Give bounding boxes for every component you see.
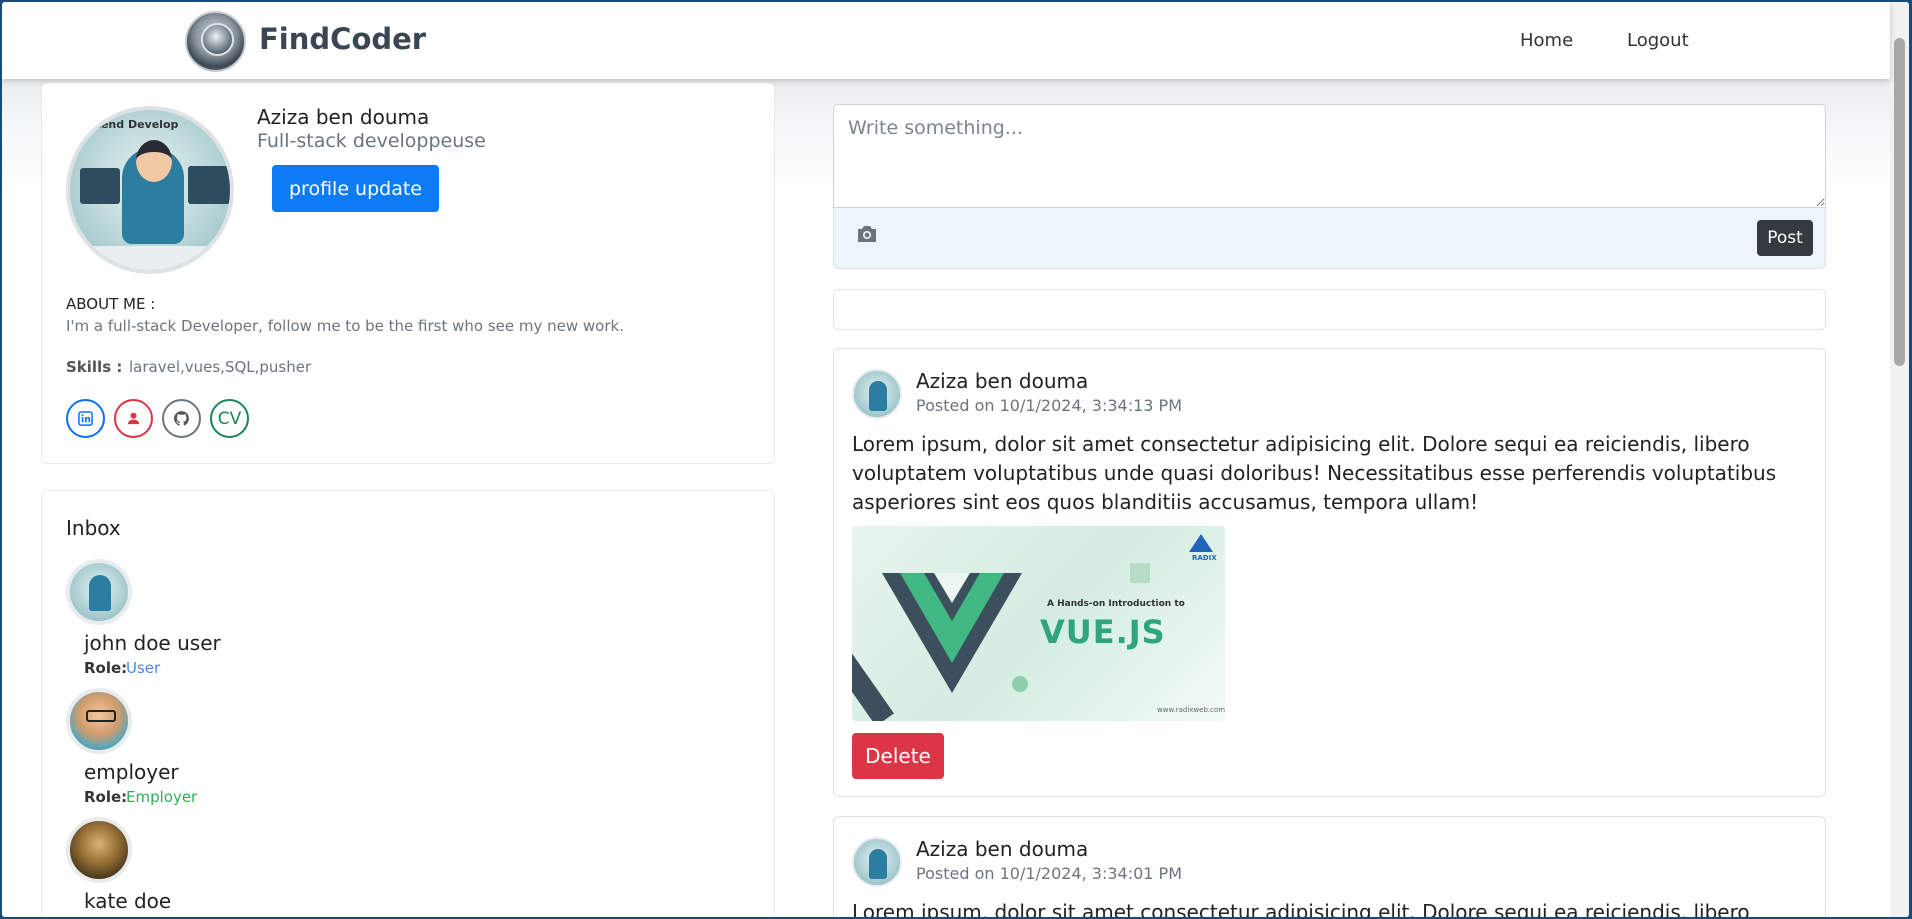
inbox-role-label: Role: bbox=[84, 788, 128, 806]
profile-card: ackend Develop Aziza ben douma Full-stac… bbox=[41, 82, 775, 464]
top-navbar: FindCoder Home Logout bbox=[2, 2, 1890, 79]
image-badge-label: RADIX bbox=[1192, 554, 1217, 562]
inbox-avatar bbox=[66, 817, 132, 883]
inbox-title: Inbox bbox=[66, 516, 121, 540]
post-image: RADIX A Hands-on Introduction to VUE.JS … bbox=[852, 526, 1225, 721]
profile-title: Full-stack developpeuse bbox=[257, 130, 486, 152]
browser-viewport: FindCoder Home Logout ackend Develop Azi… bbox=[2, 2, 1909, 917]
post-date: Posted on 10/1/2024, 3:34:13 PM bbox=[916, 396, 1183, 415]
image-dot bbox=[1012, 676, 1028, 692]
image-url: www.radixweb.com bbox=[1157, 706, 1225, 714]
radix-logo-icon bbox=[1189, 534, 1213, 552]
inbox-avatar bbox=[66, 688, 132, 754]
about-me-text: I'm a full-stack Developer, follow me to… bbox=[66, 317, 624, 335]
avatar-head bbox=[136, 140, 172, 182]
post-author-avatar bbox=[852, 837, 902, 887]
linkedin-button[interactable] bbox=[66, 399, 105, 438]
github-button[interactable] bbox=[162, 399, 201, 438]
skills-value: laravel,vues,SQL,pusher bbox=[129, 358, 312, 376]
nav-logout-link[interactable]: Logout bbox=[1627, 30, 1689, 51]
profile-link-button[interactable] bbox=[114, 399, 153, 438]
about-me-label: ABOUT ME : bbox=[66, 295, 156, 313]
linkedin-icon bbox=[78, 411, 93, 426]
post-body: Lorem ipsum, dolor sit amet consectetur … bbox=[852, 900, 1750, 917]
camera-icon[interactable] bbox=[856, 224, 878, 244]
nav-home-link[interactable]: Home bbox=[1520, 30, 1573, 51]
github-icon bbox=[174, 411, 189, 426]
inbox-name: kate doe bbox=[84, 889, 172, 913]
inbox-role-value: Employer bbox=[126, 788, 198, 806]
composer-toolbar: Post bbox=[833, 208, 1826, 269]
avatar-desk bbox=[70, 246, 230, 270]
post-textarea[interactable] bbox=[833, 104, 1826, 208]
post-author: Aziza ben douma bbox=[916, 837, 1089, 861]
post-card: Aziza ben douma Posted on 10/1/2024, 3:3… bbox=[833, 816, 1826, 917]
cv-button[interactable]: CV bbox=[210, 399, 249, 438]
image-square bbox=[1130, 563, 1150, 583]
avatar-screen-left bbox=[80, 168, 120, 204]
inbox-name: employer bbox=[84, 760, 179, 784]
scrollbar-thumb[interactable] bbox=[1894, 38, 1905, 366]
profile-avatar: ackend Develop bbox=[66, 106, 234, 274]
post-card: Aziza ben douma Posted on 10/1/2024, 3:3… bbox=[833, 348, 1826, 797]
empty-feed-box bbox=[833, 289, 1826, 330]
post-author: Aziza ben douma bbox=[916, 369, 1089, 393]
findcoder-logo-icon[interactable] bbox=[185, 11, 246, 72]
inbox-card: Inbox john doe user Role: User employer … bbox=[41, 490, 775, 917]
image-subtitle: A Hands-on Introduction to bbox=[1047, 599, 1185, 609]
inbox-item[interactable]: kate doe bbox=[66, 817, 466, 917]
avatar-caption: ackend Develop bbox=[80, 118, 179, 131]
image-title: VUE.JS bbox=[1040, 613, 1166, 651]
vue-logo-core-gap bbox=[934, 573, 970, 603]
inbox-avatar bbox=[66, 559, 132, 625]
post-author-avatar bbox=[852, 369, 902, 419]
post-composer: Post bbox=[833, 104, 1826, 269]
skills-label: Skills : bbox=[66, 358, 123, 376]
delete-post-button[interactable]: Delete bbox=[852, 733, 944, 779]
post-button[interactable]: Post bbox=[1757, 220, 1813, 256]
brand-name[interactable]: FindCoder bbox=[259, 22, 426, 56]
post-date: Posted on 10/1/2024, 3:34:01 PM bbox=[916, 864, 1183, 883]
inbox-role-label: Role: bbox=[84, 659, 128, 677]
inbox-item[interactable]: employer Role: Employer bbox=[66, 688, 466, 808]
profile-name: Aziza ben douma bbox=[257, 105, 430, 129]
profile-update-button[interactable]: profile update bbox=[272, 165, 439, 212]
inbox-item[interactable]: john doe user Role: User bbox=[66, 559, 466, 679]
inbox-role-value: User bbox=[126, 659, 161, 677]
person-icon bbox=[127, 412, 140, 425]
page-scrollbar[interactable] bbox=[1890, 2, 1909, 917]
inbox-name: john doe user bbox=[84, 631, 221, 655]
post-body: Lorem ipsum, dolor sit amet consectetur … bbox=[852, 432, 1777, 514]
avatar-screen-right bbox=[188, 166, 230, 204]
